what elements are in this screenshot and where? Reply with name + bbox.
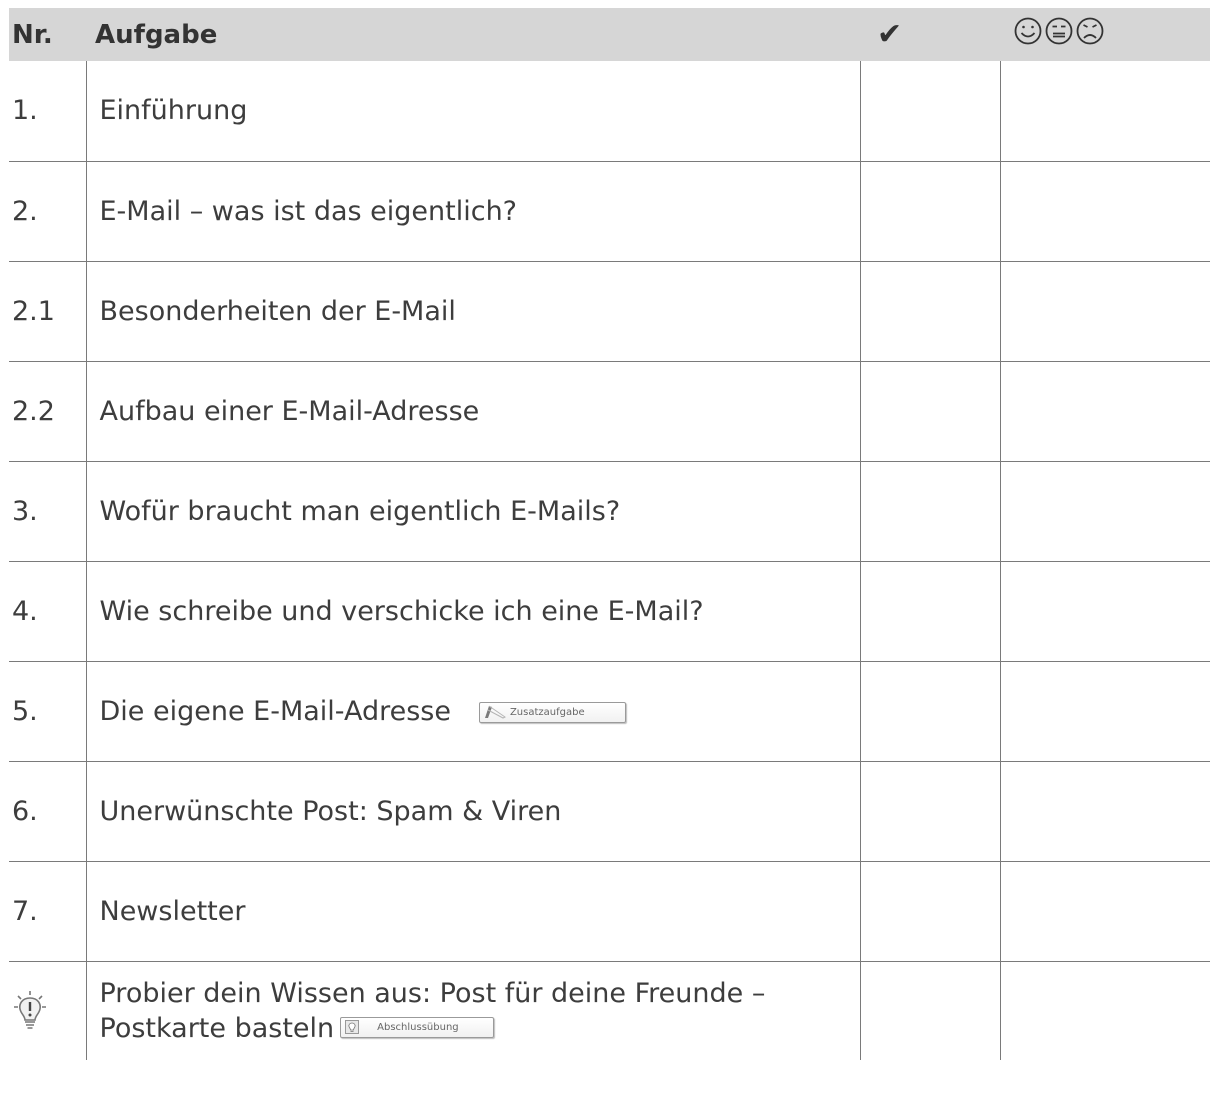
row-number: 7. bbox=[9, 861, 87, 962]
mood-cell[interactable] bbox=[1000, 761, 1210, 862]
row-number bbox=[9, 961, 87, 1060]
column-header-nr: Nr. bbox=[9, 8, 86, 61]
lightbulb-icon bbox=[345, 1019, 360, 1034]
table-row: 1. Einführung bbox=[9, 61, 1210, 162]
row-task-label: Postkarte basteln bbox=[99, 1012, 335, 1044]
pencil-icon bbox=[484, 705, 506, 719]
row-task: Probier dein Wissen aus: Post für deine … bbox=[86, 961, 861, 1060]
done-cell[interactable] bbox=[860, 261, 1001, 362]
smiley-happy-icon bbox=[1014, 17, 1042, 45]
table-row: 3. Wofür braucht man eigentlich E-Mails? bbox=[9, 461, 1210, 562]
mood-cell[interactable] bbox=[1000, 561, 1210, 662]
done-cell[interactable] bbox=[860, 761, 1001, 862]
column-header-task: Aufgabe bbox=[86, 8, 860, 61]
column-header-mood bbox=[1000, 8, 1210, 61]
done-cell[interactable] bbox=[860, 561, 1001, 662]
table-row: 6. Unerwünschte Post: Spam & Viren bbox=[9, 761, 1210, 862]
mood-cell[interactable] bbox=[1000, 361, 1210, 462]
done-cell[interactable] bbox=[860, 161, 1001, 262]
mood-cell[interactable] bbox=[1000, 661, 1210, 762]
done-cell[interactable] bbox=[860, 961, 1001, 1060]
row-number: 6. bbox=[9, 761, 87, 862]
final-exercise-badge[interactable]: Abschlussübung bbox=[340, 1016, 495, 1038]
mood-cell[interactable] bbox=[1000, 161, 1210, 262]
table-row: 4. Wie schreibe und verschicke ich eine … bbox=[9, 561, 1210, 662]
done-cell[interactable] bbox=[860, 361, 1001, 462]
table-header: Nr. Aufgabe ✔ bbox=[9, 8, 1210, 61]
done-cell[interactable] bbox=[860, 661, 1001, 762]
table-row: 5. Die eigene E-Mail-Adresse Zusatzaufgab… bbox=[9, 661, 1210, 762]
done-cell[interactable] bbox=[860, 461, 1001, 562]
table-row: 7. Newsletter bbox=[9, 861, 1210, 962]
smiley-neutral-icon bbox=[1045, 17, 1073, 45]
table-row: 2. E-Mail – was ist das eigentlich? bbox=[9, 161, 1210, 262]
smiley-sad-icon bbox=[1076, 17, 1104, 45]
column-header-done: ✔ bbox=[860, 8, 1000, 61]
mood-cell[interactable] bbox=[1000, 961, 1210, 1060]
row-task: Unerwünschte Post: Spam & Viren bbox=[86, 761, 861, 862]
mood-cell[interactable] bbox=[1000, 61, 1210, 162]
row-task-line-1: Probier dein Wissen aus: Post für deine … bbox=[99, 977, 766, 1009]
row-number: 1. bbox=[9, 61, 87, 162]
extra-task-badge-label: Zusatzaufgabe bbox=[509, 706, 585, 718]
lightbulb-icon bbox=[14, 990, 46, 1029]
row-task: Newsletter bbox=[86, 861, 861, 962]
header-row: Nr. Aufgabe ✔ bbox=[9, 8, 1210, 61]
row-task: E-Mail – was ist das eigentlich? bbox=[86, 161, 861, 262]
table-row: 2.2 Aufbau einer E-Mail-Adresse bbox=[9, 361, 1210, 462]
mood-cell[interactable] bbox=[1000, 861, 1210, 962]
task-checklist-table: Nr. Aufgabe ✔ 1. Einführung 2. E-Mail – … bbox=[9, 8, 1210, 1060]
row-task: Besonderheiten der E-Mail bbox=[86, 261, 861, 362]
table-row: Probier dein Wissen aus: Post für deine … bbox=[9, 961, 1210, 1060]
row-number: 2.2 bbox=[9, 361, 87, 462]
row-task: Einführung bbox=[86, 61, 861, 162]
row-number: 2. bbox=[9, 161, 87, 262]
mood-cell[interactable] bbox=[1000, 261, 1210, 362]
row-number: 3. bbox=[9, 461, 87, 562]
mood-icons bbox=[1014, 17, 1104, 45]
final-exercise-badge-label: Abschlussübung bbox=[377, 1021, 459, 1033]
row-task-label: Die eigene E-Mail-Adresse bbox=[99, 695, 451, 727]
row-task: Die eigene E-Mail-Adresse Zusatzaufgabe bbox=[86, 661, 861, 762]
row-number: 5. bbox=[9, 661, 87, 762]
row-number: 2.1 bbox=[9, 261, 87, 362]
check-mark-icon: ✔ bbox=[877, 17, 903, 52]
row-task: Aufbau einer E-Mail-Adresse bbox=[86, 361, 861, 462]
row-task: Wie schreibe und verschicke ich eine E-M… bbox=[86, 561, 861, 662]
row-number: 4. bbox=[9, 561, 87, 662]
row-task-line-2: Postkarte basteln Abschlussübung bbox=[100, 1011, 860, 1046]
extra-task-badge[interactable]: Zusatzaufgabe bbox=[478, 701, 626, 723]
table-row: 2.1 Besonderheiten der E-Mail bbox=[9, 261, 1210, 362]
done-cell[interactable] bbox=[860, 861, 1001, 962]
done-cell[interactable] bbox=[860, 61, 1001, 162]
mood-cell[interactable] bbox=[1000, 461, 1210, 562]
row-task: Wofür braucht man eigentlich E-Mails? bbox=[86, 461, 861, 562]
